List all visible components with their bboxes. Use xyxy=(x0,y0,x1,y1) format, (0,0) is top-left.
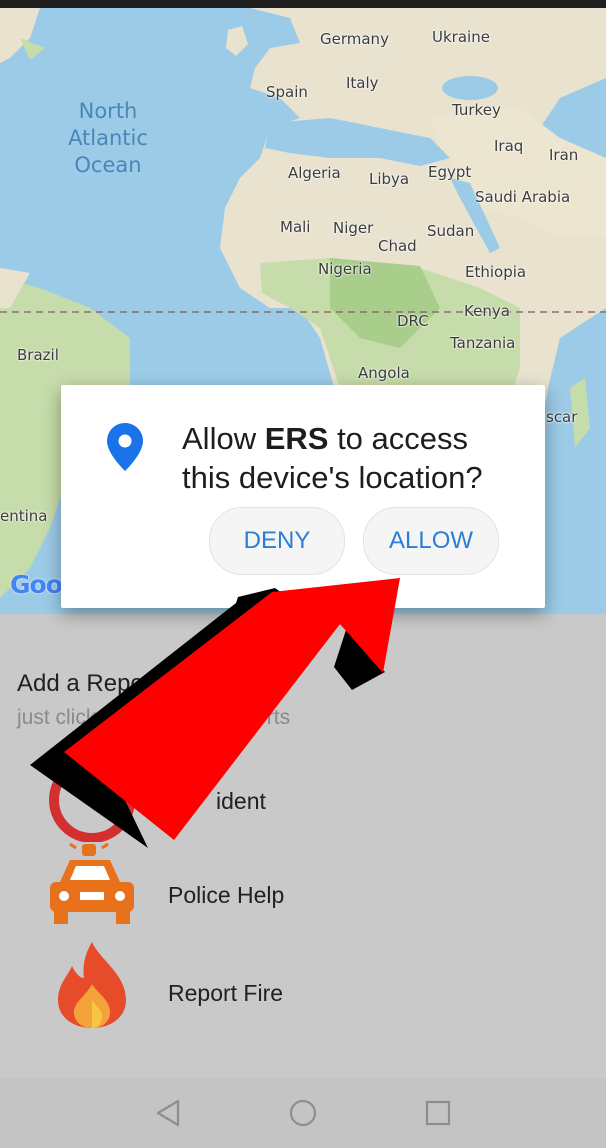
ocean-label: North Atlantic Ocean xyxy=(68,99,148,177)
map-label-italy: Italy xyxy=(346,74,379,92)
section-title: Add a Report xyxy=(17,670,159,697)
location-permission-dialog: Allow ERS to access this device's locati… xyxy=(61,385,545,608)
map-label-saudi-arabia: Saudi Arabia xyxy=(475,188,571,206)
map-label-spain: Spain xyxy=(266,83,308,101)
map-label-ethiopia: Ethiopia xyxy=(465,263,527,281)
fire-icon xyxy=(40,940,140,1030)
google-logo: Goo xyxy=(10,570,63,599)
map-label-argentina: entina xyxy=(0,507,48,525)
police-car-icon xyxy=(40,838,140,932)
dialog-app-name: ERS xyxy=(264,421,329,456)
map-label-tanzania: Tanzania xyxy=(450,334,516,352)
map-label-madagascar: scar xyxy=(546,408,578,426)
map-label-iraq: Iraq xyxy=(494,137,524,155)
map-label-libya: Libya xyxy=(369,170,410,188)
report-item-police-help[interactable]: Police Help xyxy=(40,838,440,932)
home-icon[interactable] xyxy=(285,1098,321,1128)
map-label-chad: Chad xyxy=(378,237,417,255)
map-label-nigeria: Nigeria xyxy=(318,260,372,278)
map-label-egypt: Egypt xyxy=(428,163,472,181)
section-subtitle: just click the ... to add reports xyxy=(17,706,291,729)
report-item-label: Report Fire xyxy=(168,980,284,1006)
status-bar xyxy=(0,0,606,8)
map-label-turkey: Turkey xyxy=(452,101,501,119)
recents-icon[interactable] xyxy=(420,1098,456,1128)
deny-button[interactable]: DENY xyxy=(209,507,345,575)
back-icon[interactable] xyxy=(150,1098,186,1128)
map-label-germany: Germany xyxy=(320,30,389,48)
map-label-drc: DRC xyxy=(397,312,429,330)
dialog-text-before: Allow xyxy=(182,421,265,456)
map-label-ukraine: Ukraine xyxy=(432,28,490,46)
allow-button[interactable]: ALLOW xyxy=(363,507,499,575)
map-label-mali: Mali xyxy=(280,218,311,236)
location-pin-icon xyxy=(105,421,145,473)
accident-icon xyxy=(40,752,140,843)
report-item-accident[interactable]: ident xyxy=(40,752,440,843)
report-item-fire[interactable]: Report Fire xyxy=(40,940,440,1030)
system-nav-bar xyxy=(0,1078,606,1148)
map-label-angola: Angola xyxy=(358,364,410,382)
map-label-iran: Iran xyxy=(549,146,579,164)
map-label-algeria: Algeria xyxy=(288,164,341,182)
map-label-brazil: Brazil xyxy=(17,346,59,364)
map-label-sudan: Sudan xyxy=(427,222,475,240)
map-label-niger: Niger xyxy=(333,219,374,237)
report-item-label: ident xyxy=(216,788,266,814)
report-section: Add a Report just click the ... to add r… xyxy=(0,614,606,1078)
map-label-kenya: Kenya xyxy=(464,302,510,320)
report-item-label: Police Help xyxy=(168,882,285,908)
dialog-message: Allow ERS to access this device's locati… xyxy=(182,419,522,497)
